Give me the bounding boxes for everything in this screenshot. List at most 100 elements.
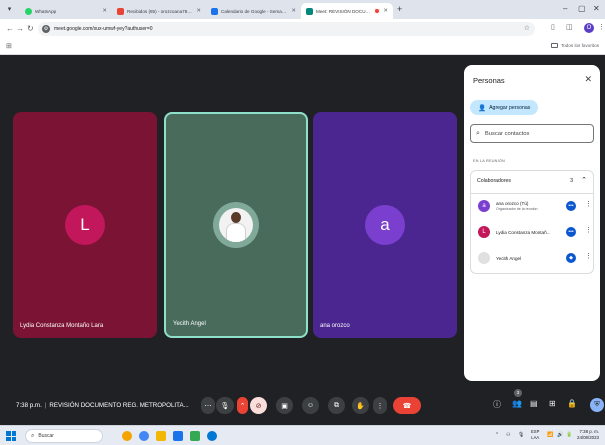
search-contacts-field[interactable]: ⌕ <box>470 124 594 143</box>
emoji-icon: ☺ <box>306 402 315 409</box>
present-button[interactable]: ⧉ <box>328 397 345 414</box>
captions-icon: ▣ <box>281 402 288 410</box>
camera-off-icon: ⊘ <box>255 402 262 410</box>
more-options-icon: ⋮ <box>376 402 384 410</box>
chevron-up-icon[interactable]: ⌃ <box>237 397 248 414</box>
sidepanel-icon[interactable]: ▯ <box>551 23 555 31</box>
close-icon[interactable]: ✕ <box>383 8 388 14</box>
language-indicator[interactable]: ESP LAA <box>531 429 539 441</box>
raise-hand-button[interactable]: ✋ <box>352 397 369 414</box>
camera-off-button[interactable]: ⊘ <box>250 397 267 414</box>
lock-icon[interactable]: 🔒 <box>567 399 577 408</box>
extensions-icon[interactable]: ◫ <box>566 23 573 31</box>
more-options-icon[interactable]: ⋮ <box>585 200 592 208</box>
participant-count-badge: 3 <box>514 389 522 397</box>
activities-icon[interactable]: ⊞ <box>549 399 556 408</box>
close-icon[interactable]: ✕ <box>102 8 107 14</box>
tab-title: Calendario de Google - Semana... <box>221 8 289 14</box>
taskbar-search[interactable]: ⌕ Buscar <box>25 429 103 443</box>
clock-date: 24/08/2023 <box>577 435 599 440</box>
chrome-icon[interactable] <box>139 431 149 441</box>
windows-start-icon[interactable] <box>6 431 16 441</box>
widget-icon[interactable] <box>122 431 132 441</box>
calendar-icon <box>211 7 218 15</box>
search-icon: ⌕ <box>31 432 35 439</box>
meeting-info: 7:38 p.m. | REVISIÓN DOCUMENTO REG. METROP… <box>16 402 189 409</box>
microphone-button[interactable]: 🎙 <box>216 397 234 414</box>
tray-chevron-icon[interactable]: ⌃ <box>495 432 499 438</box>
new-tab-button[interactable]: + <box>397 4 402 14</box>
chat-icon[interactable]: ▤ <box>530 399 538 408</box>
close-icon[interactable]: ✕ <box>291 8 296 14</box>
site-info-icon[interactable]: ⚙ <box>42 25 50 33</box>
info-icon[interactable]: ⓘ <box>493 399 501 410</box>
app-icon[interactable] <box>190 431 200 441</box>
leave-call-button[interactable]: ☎ <box>393 397 421 414</box>
wifi-icon[interactable]: 📶 <box>547 432 553 438</box>
maximize-icon[interactable]: ▢ <box>578 4 586 13</box>
participant-photo <box>219 208 253 242</box>
battery-icon[interactable]: 🔋 <box>566 432 572 438</box>
close-panel-icon[interactable]: ✕ <box>584 74 592 85</box>
microphone-icon: 🎙 <box>220 402 230 410</box>
more-options-icon[interactable]: ⋮ <box>585 252 592 260</box>
participant-avatar: a <box>365 205 405 245</box>
file-explorer-icon[interactable] <box>156 431 166 441</box>
participant-row[interactable]: Yecith Angel ◆ ⋮ <box>476 249 592 269</box>
taskbar-search-label: Buscar <box>38 433 54 439</box>
more-audio-options-button[interactable]: ⋯ <box>201 397 215 414</box>
minimize-icon[interactable]: – <box>563 4 567 13</box>
url-text[interactable]: meet.google.com/xux-umwf-yey?authuser=0 <box>54 26 153 32</box>
participant-tile-lydia[interactable]: L Lydia Constanza Montaño Lara <box>13 112 157 338</box>
edge-icon[interactable] <box>207 431 217 441</box>
more-options-button[interactable]: ⋮ <box>373 397 387 414</box>
search-contacts-input[interactable] <box>484 130 580 137</box>
omnibox[interactable]: ⚙ meet.google.com/xux-umwf-yey?authuser=… <box>38 22 535 36</box>
add-people-button[interactable]: 👤 Agregar personas <box>470 100 539 115</box>
all-bookmarks-button[interactable]: Todos los favoritos <box>550 43 599 48</box>
tray-app-icon[interactable]: ⚇ <box>506 432 510 438</box>
people-icon[interactable]: 👥 <box>512 399 522 408</box>
gmail-icon <box>117 7 124 15</box>
participant-avatar: L <box>65 205 105 245</box>
participant-row-name: ana orozco (Tú) <box>496 201 529 206</box>
add-person-icon: 👤 <box>478 104 487 112</box>
forward-icon[interactable]: → <box>16 24 24 33</box>
people-panel: Personas ✕ 👤 Agregar personas ⌕ EN LA RE… <box>464 65 600 381</box>
folder-icon <box>550 43 558 48</box>
participant-tile-yecith[interactable]: Yecith Angel <box>164 112 308 338</box>
tab-search-icon[interactable]: ▾ <box>5 5 14 14</box>
tab-meet[interactable]: Meet: REVISIÓN DOCUMENTO... ✕ <box>301 3 393 19</box>
address-bar: ← → ↻ ⚙ meet.google.com/xux-umwf-yey?aut… <box>0 19 605 39</box>
more-options-icon[interactable]: ⋮ <box>585 226 592 234</box>
reload-icon[interactable]: ↻ <box>27 24 34 33</box>
clock[interactable]: 7:38 p. m. 24/08/2023 <box>577 429 599 441</box>
captions-button[interactable]: ▣ <box>276 397 293 414</box>
emoji-button[interactable]: ☺ <box>302 397 319 414</box>
participant-row[interactable]: L Lydia Constanza Montañ... ••• ⋮ <box>476 223 592 243</box>
apps-icon[interactable]: ⊞ <box>6 42 12 50</box>
meet-icon <box>306 7 313 15</box>
tab-calendar[interactable]: Calendario de Google - Semana... ✕ <box>206 3 301 19</box>
meet-stage: L Lydia Constanza Montaño Lara Yecith An… <box>0 55 605 425</box>
tab-gmail[interactable]: Recibidos (85) - orozcoana784@... ✕ <box>112 3 206 19</box>
tray-mic-icon[interactable]: 🎙 <box>518 432 524 438</box>
close-icon[interactable]: ✕ <box>196 8 201 14</box>
add-people-label: Agregar personas <box>489 104 531 111</box>
menu-icon[interactable]: ⋮ <box>598 23 605 31</box>
app-icon[interactable] <box>173 431 183 441</box>
meeting-time: 7:38 p.m. <box>16 402 42 409</box>
close-window-icon[interactable]: ✕ <box>593 4 600 13</box>
profile-avatar[interactable]: O <box>584 23 594 33</box>
chevron-up-icon[interactable]: ⌃ <box>581 176 587 184</box>
tab-whatsapp[interactable]: WhatsApp ✕ <box>20 3 112 19</box>
whatsapp-icon <box>25 7 32 15</box>
participant-row[interactable]: a ana orozco (Tú) Organizador de la reun… <box>476 197 592 217</box>
search-icon: ⌕ <box>476 129 480 137</box>
back-icon[interactable]: ← <box>6 24 14 33</box>
participant-tile-ana[interactable]: a ana orozco <box>313 112 457 338</box>
participant-avatar <box>213 202 259 248</box>
star-icon[interactable]: ☆ <box>524 24 530 32</box>
host-controls-icon[interactable]: ⛨ <box>590 398 604 412</box>
volume-icon[interactable]: 🔊 <box>557 432 563 438</box>
